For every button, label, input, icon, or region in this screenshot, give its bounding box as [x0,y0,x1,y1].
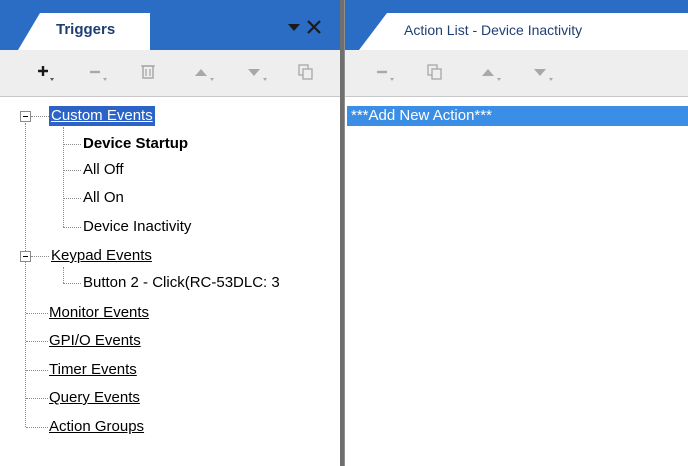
tree-line [63,267,64,283]
move-up-icon[interactable] [477,62,505,84]
action-list-toolbar [345,50,688,97]
tree-item-action-groups[interactable]: Action Groups [49,417,144,437]
tree-item-query-events[interactable]: Query Events [49,388,140,408]
copy-icon[interactable] [296,62,324,84]
move-down-icon[interactable] [243,62,271,84]
tree-line [25,123,26,427]
collapse-icon[interactable] [20,111,31,122]
tree-line [26,341,48,342]
tree-item-keypad-events[interactable]: Keypad Events [51,246,152,266]
tree-line [26,313,48,314]
delete-icon[interactable] [138,62,166,84]
add-icon[interactable] [30,62,58,84]
tree-item-gpio-events[interactable]: GPI/O Events [49,331,141,351]
tree-item-timer-events[interactable]: Timer Events [49,360,137,380]
tree-line [63,170,81,171]
tree-line [26,370,48,371]
tree-item-device-inactivity[interactable]: Device Inactivity [83,217,191,237]
action-list-tab-strip: Action List - Device Inactivity [345,0,688,50]
tree-item-monitor-events[interactable]: Monitor Events [49,303,149,323]
close-icon[interactable] [305,18,323,36]
tree-line [26,427,48,428]
add-new-action-row[interactable]: ***Add New Action*** [347,106,688,126]
triggers-tab[interactable]: Triggers [18,13,150,50]
triggers-pane: Triggers Custom Events Device Startup Al… [0,0,340,466]
tree-line [63,198,81,199]
triggers-toolbar [0,50,340,97]
tree-line [63,283,81,284]
tree-item-custom-events[interactable]: Custom Events [49,106,155,126]
dropdown-arrow-icon[interactable] [287,20,301,34]
triggers-tab-label: Triggers [56,21,116,38]
move-down-icon[interactable] [529,62,557,84]
tree-line [63,144,81,145]
tree-line [31,256,49,257]
tree-line [31,116,51,117]
action-list-pane: Action List - Device Inactivity ***Add N… [344,0,688,466]
tree-item-device-startup[interactable]: Device Startup [83,134,188,154]
collapse-icon[interactable] [20,251,31,262]
tree-item-button-2[interactable]: Button 2 - Click(RC-53DLC: 3 [83,273,280,293]
remove-icon[interactable] [86,62,114,84]
triggers-tab-strip: Triggers [0,0,340,50]
tree-line [63,127,64,227]
tree-line [26,398,48,399]
tree-item-all-on[interactable]: All On [83,188,124,208]
triggers-tree: Custom Events Device Startup All Off All… [0,97,340,466]
copy-icon[interactable] [425,62,453,84]
move-up-icon[interactable] [190,62,218,84]
remove-icon[interactable] [373,62,401,84]
action-list-tab-label: Action List - Device Inactivity [404,22,583,38]
add-new-action-label: ***Add New Action*** [351,107,492,124]
action-list-tab[interactable]: Action List - Device Inactivity [359,13,688,50]
tree-line [63,227,81,228]
tree-item-all-off[interactable]: All Off [83,160,124,180]
